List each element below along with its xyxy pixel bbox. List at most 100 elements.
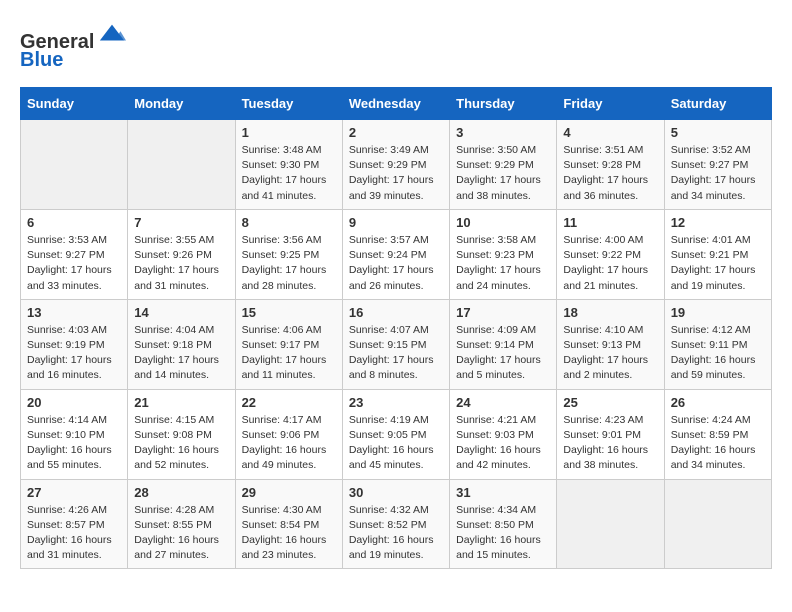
day-content: Sunrise: 4:10 AM Sunset: 9:13 PM Dayligh…: [563, 323, 657, 384]
calendar-header-row: SundayMondayTuesdayWednesdayThursdayFrid…: [21, 88, 772, 120]
day-number: 3: [456, 125, 550, 140]
calendar-cell: 24Sunrise: 4:21 AM Sunset: 9:03 PM Dayli…: [450, 389, 557, 479]
week-row-1: 1 Sunrise: 3:48 AM Sunset: 9:30 PM Daylig…: [21, 120, 772, 210]
logo: General Blue: [20, 20, 126, 71]
calendar-cell: 20 Sunrise: 4:14 AM Sunset: 9:10 PM Dayli…: [21, 389, 128, 479]
calendar-cell: 25Sunrise: 4:23 AM Sunset: 9:01 PM Dayli…: [557, 389, 664, 479]
day-content: Sunrise: 4:12 AM Sunset: 9:11 PM Dayligh…: [671, 323, 765, 384]
day-number: 26: [671, 395, 765, 410]
calendar-cell: 10 Sunrise: 3:58 AM Sunset: 9:23 PM Dayli…: [450, 209, 557, 299]
calendar-cell: 4 Sunrise: 3:51 AM Sunset: 9:28 PM Daylig…: [557, 120, 664, 210]
calendar-cell: 1 Sunrise: 3:48 AM Sunset: 9:30 PM Daylig…: [235, 120, 342, 210]
day-number: 25: [563, 395, 657, 410]
calendar-cell: 23Sunrise: 4:19 AM Sunset: 9:05 PM Dayli…: [342, 389, 449, 479]
day-number: 23: [349, 395, 443, 410]
calendar-cell: 16 Sunrise: 4:07 AM Sunset: 9:15 PM Dayli…: [342, 299, 449, 389]
day-content: Sunrise: 4:32 AM Sunset: 8:52 PM Dayligh…: [349, 503, 443, 564]
day-number: 17: [456, 305, 550, 320]
week-row-3: 13 Sunrise: 4:03 AM Sunset: 9:19 PM Dayli…: [21, 299, 772, 389]
day-number: 30: [349, 485, 443, 500]
calendar-cell: 27Sunrise: 4:26 AM Sunset: 8:57 PM Dayli…: [21, 479, 128, 569]
day-content: Sunrise: 4:06 AM Sunset: 9:17 PM Dayligh…: [242, 323, 336, 384]
calendar-cell: 29Sunrise: 4:30 AM Sunset: 8:54 PM Dayli…: [235, 479, 342, 569]
day-content: Sunrise: 4:30 AM Sunset: 8:54 PM Dayligh…: [242, 503, 336, 564]
day-number: 1: [242, 125, 336, 140]
calendar-cell: 3 Sunrise: 3:50 AM Sunset: 9:29 PM Daylig…: [450, 120, 557, 210]
day-number: 12: [671, 215, 765, 230]
day-number: 8: [242, 215, 336, 230]
calendar-cell: 9Sunrise: 3:57 AM Sunset: 9:24 PM Daylig…: [342, 209, 449, 299]
day-content: Sunrise: 4:00 AM Sunset: 9:22 PM Dayligh…: [563, 233, 657, 294]
day-content: Sunrise: 4:34 AM Sunset: 8:50 PM Dayligh…: [456, 503, 550, 564]
day-header-thursday: Thursday: [450, 88, 557, 120]
calendar-cell: 5Sunrise: 3:52 AM Sunset: 9:27 PM Daylig…: [664, 120, 771, 210]
calendar-table: SundayMondayTuesdayWednesdayThursdayFrid…: [20, 87, 772, 569]
day-number: 22: [242, 395, 336, 410]
day-content: Sunrise: 4:17 AM Sunset: 9:06 PM Dayligh…: [242, 413, 336, 474]
day-number: 31: [456, 485, 550, 500]
day-header-monday: Monday: [128, 88, 235, 120]
calendar-cell: 14 Sunrise: 4:04 AM Sunset: 9:18 PM Dayli…: [128, 299, 235, 389]
calendar-cell: [128, 120, 235, 210]
calendar-cell: 21Sunrise: 4:15 AM Sunset: 9:08 PM Dayli…: [128, 389, 235, 479]
day-number: 13: [27, 305, 121, 320]
calendar-cell: 18 Sunrise: 4:10 AM Sunset: 9:13 PM Dayli…: [557, 299, 664, 389]
day-header-wednesday: Wednesday: [342, 88, 449, 120]
day-content: Sunrise: 4:09 AM Sunset: 9:14 PM Dayligh…: [456, 323, 550, 384]
logo-blue: Blue: [20, 49, 63, 71]
day-header-tuesday: Tuesday: [235, 88, 342, 120]
day-header-friday: Friday: [557, 88, 664, 120]
day-content: Sunrise: 3:50 AM Sunset: 9:29 PM Dayligh…: [456, 143, 550, 204]
day-content: Sunrise: 4:26 AM Sunset: 8:57 PM Dayligh…: [27, 503, 121, 564]
day-number: 11: [563, 215, 657, 230]
day-content: Sunrise: 3:51 AM Sunset: 9:28 PM Dayligh…: [563, 143, 657, 204]
day-content: Sunrise: 3:52 AM Sunset: 9:27 PM Dayligh…: [671, 143, 765, 204]
calendar-cell: [21, 120, 128, 210]
day-content: Sunrise: 3:48 AM Sunset: 9:30 PM Dayligh…: [242, 143, 336, 204]
day-content: Sunrise: 3:53 AM Sunset: 9:27 PM Dayligh…: [27, 233, 121, 294]
day-content: Sunrise: 3:58 AM Sunset: 9:23 PM Dayligh…: [456, 233, 550, 294]
day-number: 16: [349, 305, 443, 320]
day-number: 15: [242, 305, 336, 320]
calendar-cell: [664, 479, 771, 569]
day-number: 28: [134, 485, 228, 500]
week-row-2: 6 Sunrise: 3:53 AM Sunset: 9:27 PM Daylig…: [21, 209, 772, 299]
day-number: 19: [671, 305, 765, 320]
day-content: Sunrise: 4:07 AM Sunset: 9:15 PM Dayligh…: [349, 323, 443, 384]
calendar-cell: 31 Sunrise: 4:34 AM Sunset: 8:50 PM Dayli…: [450, 479, 557, 569]
calendar-cell: 7Sunrise: 3:55 AM Sunset: 9:26 PM Daylig…: [128, 209, 235, 299]
day-number: 18: [563, 305, 657, 320]
calendar-cell: 19 Sunrise: 4:12 AM Sunset: 9:11 PM Dayli…: [664, 299, 771, 389]
day-content: Sunrise: 4:04 AM Sunset: 9:18 PM Dayligh…: [134, 323, 228, 384]
day-header-saturday: Saturday: [664, 88, 771, 120]
day-number: 2: [349, 125, 443, 140]
day-number: 14: [134, 305, 228, 320]
calendar-cell: 6 Sunrise: 3:53 AM Sunset: 9:27 PM Daylig…: [21, 209, 128, 299]
calendar-cell: 30 Sunrise: 4:32 AM Sunset: 8:52 PM Dayli…: [342, 479, 449, 569]
calendar-cell: 2 Sunrise: 3:49 AM Sunset: 9:29 PM Daylig…: [342, 120, 449, 210]
day-number: 9: [349, 215, 443, 230]
day-content: Sunrise: 3:49 AM Sunset: 9:29 PM Dayligh…: [349, 143, 443, 204]
day-number: 10: [456, 215, 550, 230]
day-content: Sunrise: 4:21 AM Sunset: 9:03 PM Dayligh…: [456, 413, 550, 474]
day-number: 4: [563, 125, 657, 140]
week-row-4: 20 Sunrise: 4:14 AM Sunset: 9:10 PM Dayli…: [21, 389, 772, 479]
day-number: 6: [27, 215, 121, 230]
week-row-5: 27Sunrise: 4:26 AM Sunset: 8:57 PM Dayli…: [21, 479, 772, 569]
day-content: Sunrise: 4:15 AM Sunset: 9:08 PM Dayligh…: [134, 413, 228, 474]
calendar-cell: 11 Sunrise: 4:00 AM Sunset: 9:22 PM Dayli…: [557, 209, 664, 299]
day-content: Sunrise: 4:03 AM Sunset: 9:19 PM Dayligh…: [27, 323, 121, 384]
calendar-cell: [557, 479, 664, 569]
calendar-cell: 28Sunrise: 4:28 AM Sunset: 8:55 PM Dayli…: [128, 479, 235, 569]
day-number: 20: [27, 395, 121, 410]
day-content: Sunrise: 3:56 AM Sunset: 9:25 PM Dayligh…: [242, 233, 336, 294]
calendar-cell: 15 Sunrise: 4:06 AM Sunset: 9:17 PM Dayli…: [235, 299, 342, 389]
calendar-cell: 12Sunrise: 4:01 AM Sunset: 9:21 PM Dayli…: [664, 209, 771, 299]
page-header: General Blue: [20, 20, 772, 71]
day-header-sunday: Sunday: [21, 88, 128, 120]
calendar-cell: 26 Sunrise: 4:24 AM Sunset: 8:59 PM Dayli…: [664, 389, 771, 479]
calendar-cell: 8 Sunrise: 3:56 AM Sunset: 9:25 PM Daylig…: [235, 209, 342, 299]
calendar-cell: 17 Sunrise: 4:09 AM Sunset: 9:14 PM Dayli…: [450, 299, 557, 389]
day-content: Sunrise: 4:14 AM Sunset: 9:10 PM Dayligh…: [27, 413, 121, 474]
day-content: Sunrise: 4:24 AM Sunset: 8:59 PM Dayligh…: [671, 413, 765, 474]
